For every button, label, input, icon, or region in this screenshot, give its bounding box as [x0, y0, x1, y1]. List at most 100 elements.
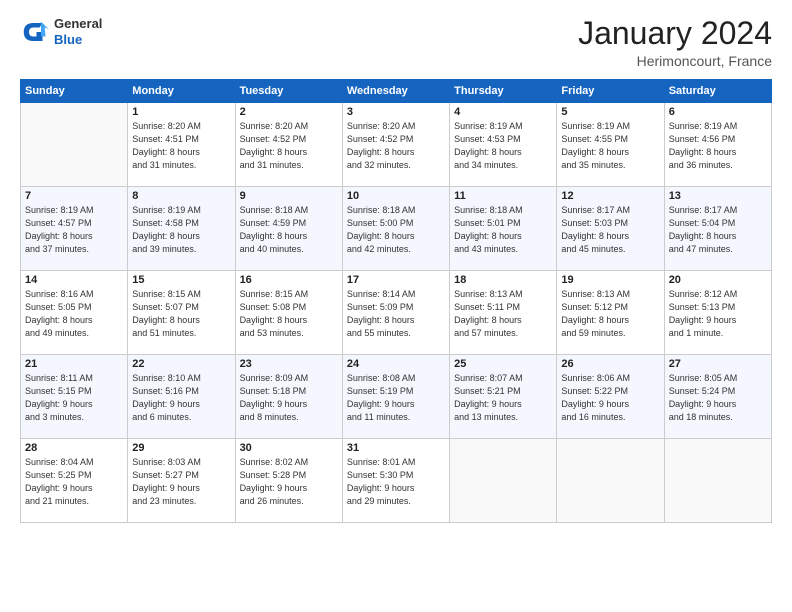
day-info: Sunrise: 8:15 AMSunset: 5:07 PMDaylight:…: [132, 288, 230, 340]
day-info: Sunrise: 8:19 AMSunset: 4:53 PMDaylight:…: [454, 120, 552, 172]
day-number: 30: [240, 442, 338, 454]
location: Herimoncourt, France: [578, 53, 772, 69]
day-number: 23: [240, 358, 338, 370]
day-info: Sunrise: 8:20 AMSunset: 4:51 PMDaylight:…: [132, 120, 230, 172]
day-number: 3: [347, 106, 445, 118]
day-info: Sunrise: 8:02 AMSunset: 5:28 PMDaylight:…: [240, 456, 338, 508]
header: General Blue January 2024 Herimoncourt, …: [20, 16, 772, 69]
week-row-2: 7 Sunrise: 8:19 AMSunset: 4:57 PMDaylight…: [21, 187, 772, 271]
day-info: Sunrise: 8:19 AMSunset: 4:55 PMDaylight:…: [561, 120, 659, 172]
day-cell: 27 Sunrise: 8:05 AMSunset: 5:24 PMDayligh…: [664, 355, 771, 439]
day-cell: 30 Sunrise: 8:02 AMSunset: 5:28 PMDayligh…: [235, 439, 342, 523]
day-number: 13: [669, 190, 767, 202]
day-info: Sunrise: 8:01 AMSunset: 5:30 PMDaylight:…: [347, 456, 445, 508]
day-number: 8: [132, 190, 230, 202]
day-info: Sunrise: 8:03 AMSunset: 5:27 PMDaylight:…: [132, 456, 230, 508]
day-cell: 17 Sunrise: 8:14 AMSunset: 5:09 PMDayligh…: [342, 271, 449, 355]
logo-text: General Blue: [54, 16, 102, 47]
day-number: 9: [240, 190, 338, 202]
day-cell: 15Sunrise: 8:15 AMSunset: 5:07 PMDayligh…: [128, 271, 235, 355]
day-number: 21: [25, 358, 123, 370]
day-info: Sunrise: 8:16 AMSunset: 5:05 PMDaylight:…: [25, 288, 123, 340]
day-cell: 31 Sunrise: 8:01 AMSunset: 5:30 PMDayligh…: [342, 439, 449, 523]
day-number: 17: [347, 274, 445, 286]
day-cell: [450, 439, 557, 523]
day-cell: 24 Sunrise: 8:08 AMSunset: 5:19 PMDayligh…: [342, 355, 449, 439]
col-thursday: Thursday: [450, 80, 557, 103]
col-saturday: Saturday: [664, 80, 771, 103]
day-cell: 16 Sunrise: 8:15 AMSunset: 5:08 PMDayligh…: [235, 271, 342, 355]
day-cell: 8 Sunrise: 8:19 AMSunset: 4:58 PMDaylight…: [128, 187, 235, 271]
col-sunday: Sunday: [21, 80, 128, 103]
day-number: 11: [454, 190, 552, 202]
day-info: Sunrise: 8:19 AMSunset: 4:56 PMDaylight:…: [669, 120, 767, 172]
day-info: Sunrise: 8:18 AMSunset: 5:01 PMDaylight:…: [454, 204, 552, 256]
calendar-header-row: Sunday Monday Tuesday Wednesday Thursday…: [21, 80, 772, 103]
month-title: January 2024: [578, 16, 772, 51]
week-row-3: 14 Sunrise: 8:16 AMSunset: 5:05 PMDayligh…: [21, 271, 772, 355]
day-info: Sunrise: 8:18 AMSunset: 5:00 PMDaylight:…: [347, 204, 445, 256]
day-cell: 26 Sunrise: 8:06 AMSunset: 5:22 PMDayligh…: [557, 355, 664, 439]
day-info: Sunrise: 8:12 AMSunset: 5:13 PMDaylight:…: [669, 288, 767, 340]
week-row-5: 28Sunrise: 8:04 AMSunset: 5:25 PMDayligh…: [21, 439, 772, 523]
day-number: 18: [454, 274, 552, 286]
col-monday: Monday: [128, 80, 235, 103]
day-cell: 14 Sunrise: 8:16 AMSunset: 5:05 PMDayligh…: [21, 271, 128, 355]
day-number: 1: [132, 106, 230, 118]
day-number: 25: [454, 358, 552, 370]
title-block: January 2024 Herimoncourt, France: [578, 16, 772, 69]
day-info: Sunrise: 8:11 AMSunset: 5:15 PMDaylight:…: [25, 372, 123, 424]
day-info: Sunrise: 8:06 AMSunset: 5:22 PMDaylight:…: [561, 372, 659, 424]
day-number: 12: [561, 190, 659, 202]
day-info: Sunrise: 8:17 AMSunset: 5:04 PMDaylight:…: [669, 204, 767, 256]
day-number: 2: [240, 106, 338, 118]
week-row-4: 21 Sunrise: 8:11 AMSunset: 5:15 PMDayligh…: [21, 355, 772, 439]
day-cell: 11 Sunrise: 8:18 AMSunset: 5:01 PMDayligh…: [450, 187, 557, 271]
day-cell: [21, 103, 128, 187]
day-info: Sunrise: 8:19 AMSunset: 4:58 PMDaylight:…: [132, 204, 230, 256]
day-info: Sunrise: 8:08 AMSunset: 5:19 PMDaylight:…: [347, 372, 445, 424]
day-cell: 13 Sunrise: 8:17 AMSunset: 5:04 PMDayligh…: [664, 187, 771, 271]
day-number: 20: [669, 274, 767, 286]
day-number: 27: [669, 358, 767, 370]
col-wednesday: Wednesday: [342, 80, 449, 103]
day-cell: 2Sunrise: 8:20 AMSunset: 4:52 PMDaylight…: [235, 103, 342, 187]
day-cell: 1 Sunrise: 8:20 AMSunset: 4:51 PMDaylight…: [128, 103, 235, 187]
day-number: 14: [25, 274, 123, 286]
col-friday: Friday: [557, 80, 664, 103]
week-row-1: 1 Sunrise: 8:20 AMSunset: 4:51 PMDaylight…: [21, 103, 772, 187]
day-info: Sunrise: 8:05 AMSunset: 5:24 PMDaylight:…: [669, 372, 767, 424]
day-cell: 21 Sunrise: 8:11 AMSunset: 5:15 PMDayligh…: [21, 355, 128, 439]
day-number: 26: [561, 358, 659, 370]
day-number: 6: [669, 106, 767, 118]
day-cell: 25 Sunrise: 8:07 AMSunset: 5:21 PMDayligh…: [450, 355, 557, 439]
day-number: 5: [561, 106, 659, 118]
day-info: Sunrise: 8:19 AMSunset: 4:57 PMDaylight:…: [25, 204, 123, 256]
col-tuesday: Tuesday: [235, 80, 342, 103]
day-number: 31: [347, 442, 445, 454]
day-number: 7: [25, 190, 123, 202]
day-cell: 28Sunrise: 8:04 AMSunset: 5:25 PMDayligh…: [21, 439, 128, 523]
calendar: Sunday Monday Tuesday Wednesday Thursday…: [20, 79, 772, 523]
day-cell: 12Sunrise: 8:17 AMSunset: 5:03 PMDayligh…: [557, 187, 664, 271]
day-cell: 7 Sunrise: 8:19 AMSunset: 4:57 PMDaylight…: [21, 187, 128, 271]
day-cell: 19 Sunrise: 8:13 AMSunset: 5:12 PMDayligh…: [557, 271, 664, 355]
day-cell: 29 Sunrise: 8:03 AMSunset: 5:27 PMDayligh…: [128, 439, 235, 523]
day-info: Sunrise: 8:18 AMSunset: 4:59 PMDaylight:…: [240, 204, 338, 256]
day-info: Sunrise: 8:07 AMSunset: 5:21 PMDaylight:…: [454, 372, 552, 424]
day-number: 29: [132, 442, 230, 454]
day-info: Sunrise: 8:20 AMSunset: 4:52 PMDaylight:…: [347, 120, 445, 172]
day-info: Sunrise: 8:14 AMSunset: 5:09 PMDaylight:…: [347, 288, 445, 340]
day-info: Sunrise: 8:15 AMSunset: 5:08 PMDaylight:…: [240, 288, 338, 340]
day-number: 22: [132, 358, 230, 370]
day-cell: 9 Sunrise: 8:18 AMSunset: 4:59 PMDaylight…: [235, 187, 342, 271]
day-number: 24: [347, 358, 445, 370]
day-info: Sunrise: 8:13 AMSunset: 5:12 PMDaylight:…: [561, 288, 659, 340]
day-number: 19: [561, 274, 659, 286]
day-info: Sunrise: 8:04 AMSunset: 5:25 PMDaylight:…: [25, 456, 123, 508]
day-cell: 18Sunrise: 8:13 AMSunset: 5:11 PMDayligh…: [450, 271, 557, 355]
logo: General Blue: [20, 16, 102, 47]
day-info: Sunrise: 8:10 AMSunset: 5:16 PMDaylight:…: [132, 372, 230, 424]
page: General Blue January 2024 Herimoncourt, …: [0, 0, 792, 612]
day-number: 16: [240, 274, 338, 286]
